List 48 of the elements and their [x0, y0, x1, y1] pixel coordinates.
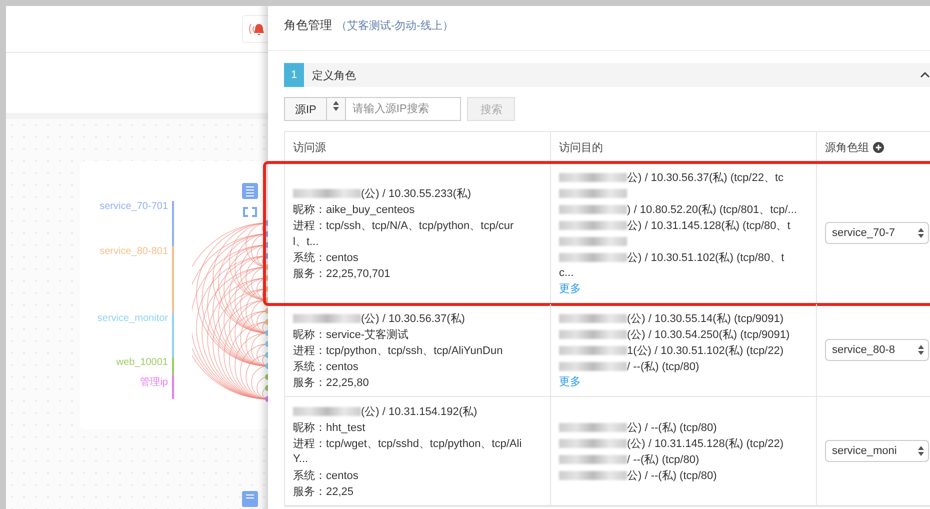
column-header: 访问源 — [293, 140, 326, 154]
table-text: 公) / 10.30.56.37(私) (tcp/22、tc — [627, 170, 784, 184]
table-text: 服务：22,25,80 — [293, 376, 369, 390]
group-label: service_80-801 — [98, 246, 169, 257]
table-text: 1(公) / 10.30.51.102(私) (tcp/22) — [627, 344, 784, 358]
table-text: ) / 10.80.52.20(私) (tcp/801、tcp/... — [627, 202, 797, 216]
filter-type-select[interactable]: 源IP — [284, 97, 346, 121]
table-text: (公) / 10.30.55.233(私) — [361, 186, 472, 200]
table-text: 公) / --(私) (tcp/80) — [627, 420, 717, 434]
table-text: 服务：22,25 — [293, 484, 354, 498]
group-label: service_monitor — [96, 313, 169, 324]
section-title: 定义角色 — [312, 68, 357, 82]
table-text: / --(私) (tcp/80) — [627, 452, 700, 466]
group-label: 管理ip — [139, 376, 169, 389]
table-text: 服务：22,25,70,701 — [293, 266, 390, 280]
column-header: 源角色组 — [825, 140, 869, 154]
step-number: 1 — [284, 63, 304, 87]
table-text: l、t... — [293, 234, 319, 248]
table-text: 系统：centos — [293, 468, 358, 482]
role-group-select[interactable]: service_moni — [825, 440, 929, 462]
table-text: / --(私) (tcp/80) — [627, 360, 700, 374]
table-text: (公) / 10.30.56.37(私) — [361, 312, 465, 326]
table-text: 系统：centos — [293, 360, 358, 374]
table-text: 公) / --(私) (tcp/80) — [627, 468, 717, 482]
table-text: 进程：tcp/python、tcp/ssh、tcp/AliYunDun — [293, 344, 503, 358]
table-text: 公) / 10.31.145.128(私) (tcp/80、t — [627, 218, 790, 232]
section-header[interactable]: 1 定义角色 — [284, 63, 930, 87]
dialog-title: 角色管理 — [284, 16, 332, 34]
group-label: web_10001 — [115, 357, 169, 368]
table-text: (公) / 10.30.54.250(私) (tcp/9091) — [627, 328, 790, 342]
table-text: 公) / 10.30.51.102(私) (tcp/80、t — [627, 250, 784, 264]
search-field[interactable]: 请输入源IP搜索 — [346, 97, 462, 121]
role-group-select[interactable]: service_70-7 — [825, 222, 929, 244]
column-header: 访问目的 — [559, 140, 603, 154]
table-text: 系统：centos — [293, 250, 358, 264]
table-text: 昵称：aike_buy_centeos — [293, 202, 415, 216]
table-text: (公) / 10.30.55.14(私) (tcp/9091) — [627, 312, 784, 326]
dialog-subtitle: （艾客测试-勿动-线上） — [336, 18, 454, 32]
table-text: (公) / 10.31.154.192(私) — [361, 404, 478, 418]
table-text: Y... — [293, 453, 308, 465]
table-text: c... — [559, 267, 574, 279]
table-text: 昵称：hht_test — [293, 420, 366, 434]
table-text: 进程：tcp/wget、tcp/sshd、tcp/python、tcp/Ali — [293, 436, 522, 450]
table-text: 进程：tcp/ssh、tcp/N/A、tcp/python、tcp/cur — [293, 218, 514, 232]
table-text: (公) / 10.31.145.128(私) (tcp/22) — [627, 436, 784, 450]
table-text: 昵称：service-艾客测试 — [293, 328, 409, 342]
group-label: service_70-701 — [98, 201, 169, 212]
role-group-select[interactable]: service_80-8 — [825, 339, 929, 361]
